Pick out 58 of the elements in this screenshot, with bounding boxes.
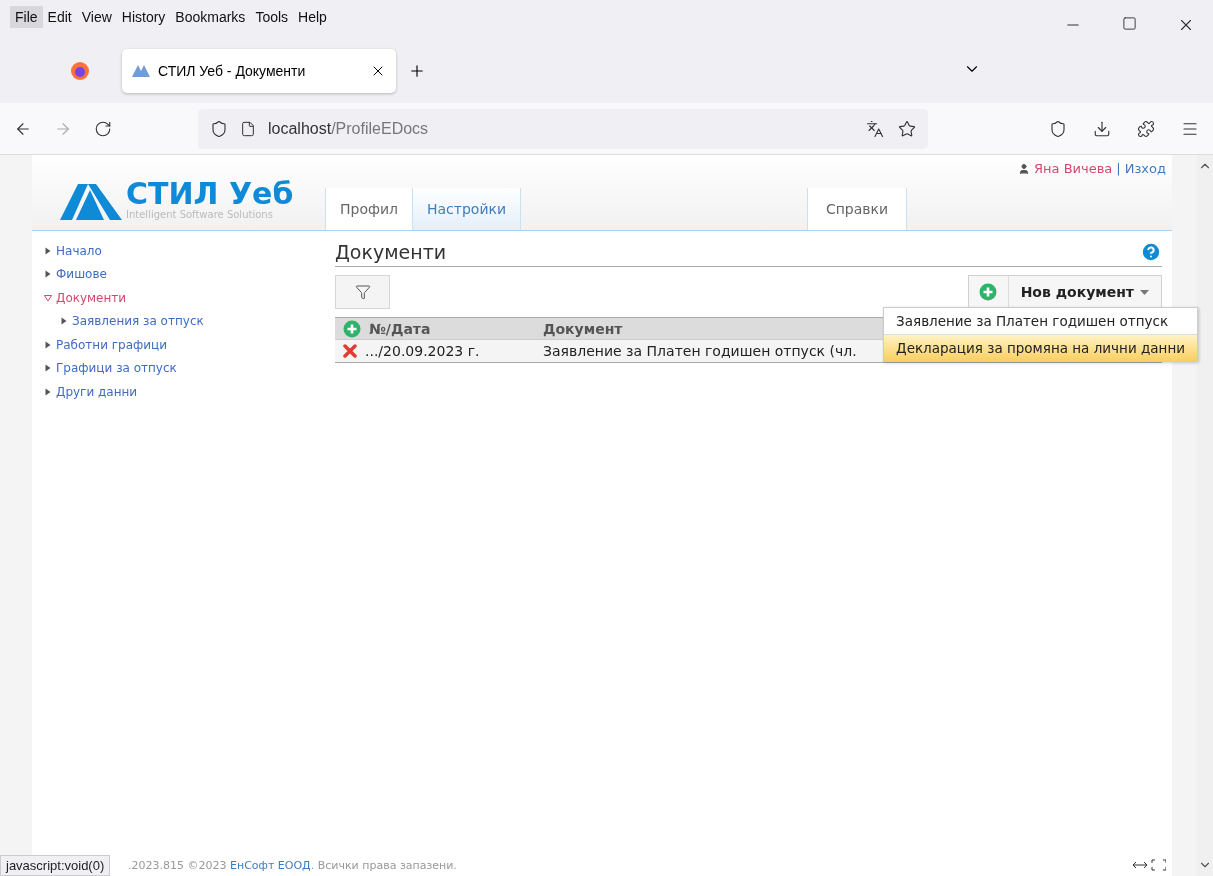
translate-icon[interactable] [866, 119, 884, 138]
reload-icon[interactable] [94, 119, 112, 138]
sidebar-item[interactable]: Графици за отпуск [44, 356, 335, 380]
star-icon[interactable] [898, 119, 916, 138]
status-text: javascript:void(0) [0, 855, 111, 876]
triangle-icon [44, 293, 52, 302]
triangle-icon [44, 340, 52, 349]
sidebar-item[interactable]: Други данни [44, 380, 335, 404]
sidebar-item[interactable]: Начало [44, 239, 335, 263]
triangle-icon [60, 317, 68, 326]
caret-icon [1140, 289, 1149, 295]
user-icon [1018, 162, 1030, 175]
column-header: №/Дата [335, 317, 535, 339]
shield-icon[interactable] [210, 119, 228, 138]
dropdown-item[interactable]: Декларация за промяна на лични данни [884, 334, 1197, 361]
triangle-icon [44, 246, 52, 255]
dropdown-item[interactable]: Заявление за Платен годишен отпуск [884, 308, 1197, 334]
extensions-icon[interactable] [1137, 119, 1155, 138]
maximize-icon[interactable] [1122, 16, 1137, 31]
help-icon[interactable] [1140, 240, 1162, 263]
page-icon [240, 120, 256, 137]
new-document-button[interactable]: Нов документ [967, 275, 1162, 309]
sidebar-item[interactable]: Заявления за отпуск [44, 309, 335, 333]
sidebar-item[interactable]: Фишове [44, 262, 335, 286]
menu-item[interactable]: History [116, 6, 171, 28]
filter-icon [354, 284, 371, 300]
address-field[interactable]: localhost/ProfileEDocs [198, 108, 928, 149]
page-title: Документи [335, 240, 447, 263]
separator-text: | [1116, 161, 1121, 176]
nav-tab[interactable]: Справки [807, 188, 907, 230]
logout-link[interactable]: Изход [1124, 161, 1166, 176]
menu-item[interactable]: View [76, 6, 117, 28]
download-icon[interactable] [1093, 119, 1111, 138]
triangle-icon [44, 270, 52, 279]
sidebar-item[interactable]: Работни графици [44, 333, 335, 357]
user-name[interactable]: Яна Вичева [1034, 161, 1113, 176]
menu-item[interactable]: Help [293, 6, 332, 28]
url-text: localhost/ProfileEDocs [268, 119, 429, 138]
logo-icon [132, 64, 150, 77]
company-link[interactable]: ЕнСофт ЕООД [230, 858, 311, 872]
resize-icon[interactable] [1132, 859, 1166, 871]
nav-tab[interactable]: Настройки [412, 188, 522, 230]
menu-item[interactable]: File [10, 6, 43, 28]
nav-tab[interactable]: Профил [325, 188, 413, 230]
add-icon[interactable] [343, 319, 361, 338]
triangle-icon [44, 387, 52, 396]
footer-text: .2023.815 ©2023 ЕнСофт ЕООД. Всички права запазени. [128, 858, 457, 872]
logo-title: СТИЛ Уеб [126, 179, 294, 209]
browser-tab[interactable]: СТИЛ Уеб - Документи [122, 48, 396, 93]
delete-icon[interactable] [343, 344, 357, 358]
menu-item[interactable]: Edit [42, 6, 77, 28]
table-cell: .../20.09.2023 г. [335, 339, 535, 362]
add-icon [979, 283, 998, 301]
sidebar-item[interactable]: Документи [44, 286, 335, 310]
triangle-icon [44, 364, 52, 373]
menu-item[interactable]: Bookmarks [170, 6, 251, 28]
browser-logo-icon[interactable] [70, 60, 90, 81]
menu-item[interactable]: Tools [250, 6, 294, 28]
